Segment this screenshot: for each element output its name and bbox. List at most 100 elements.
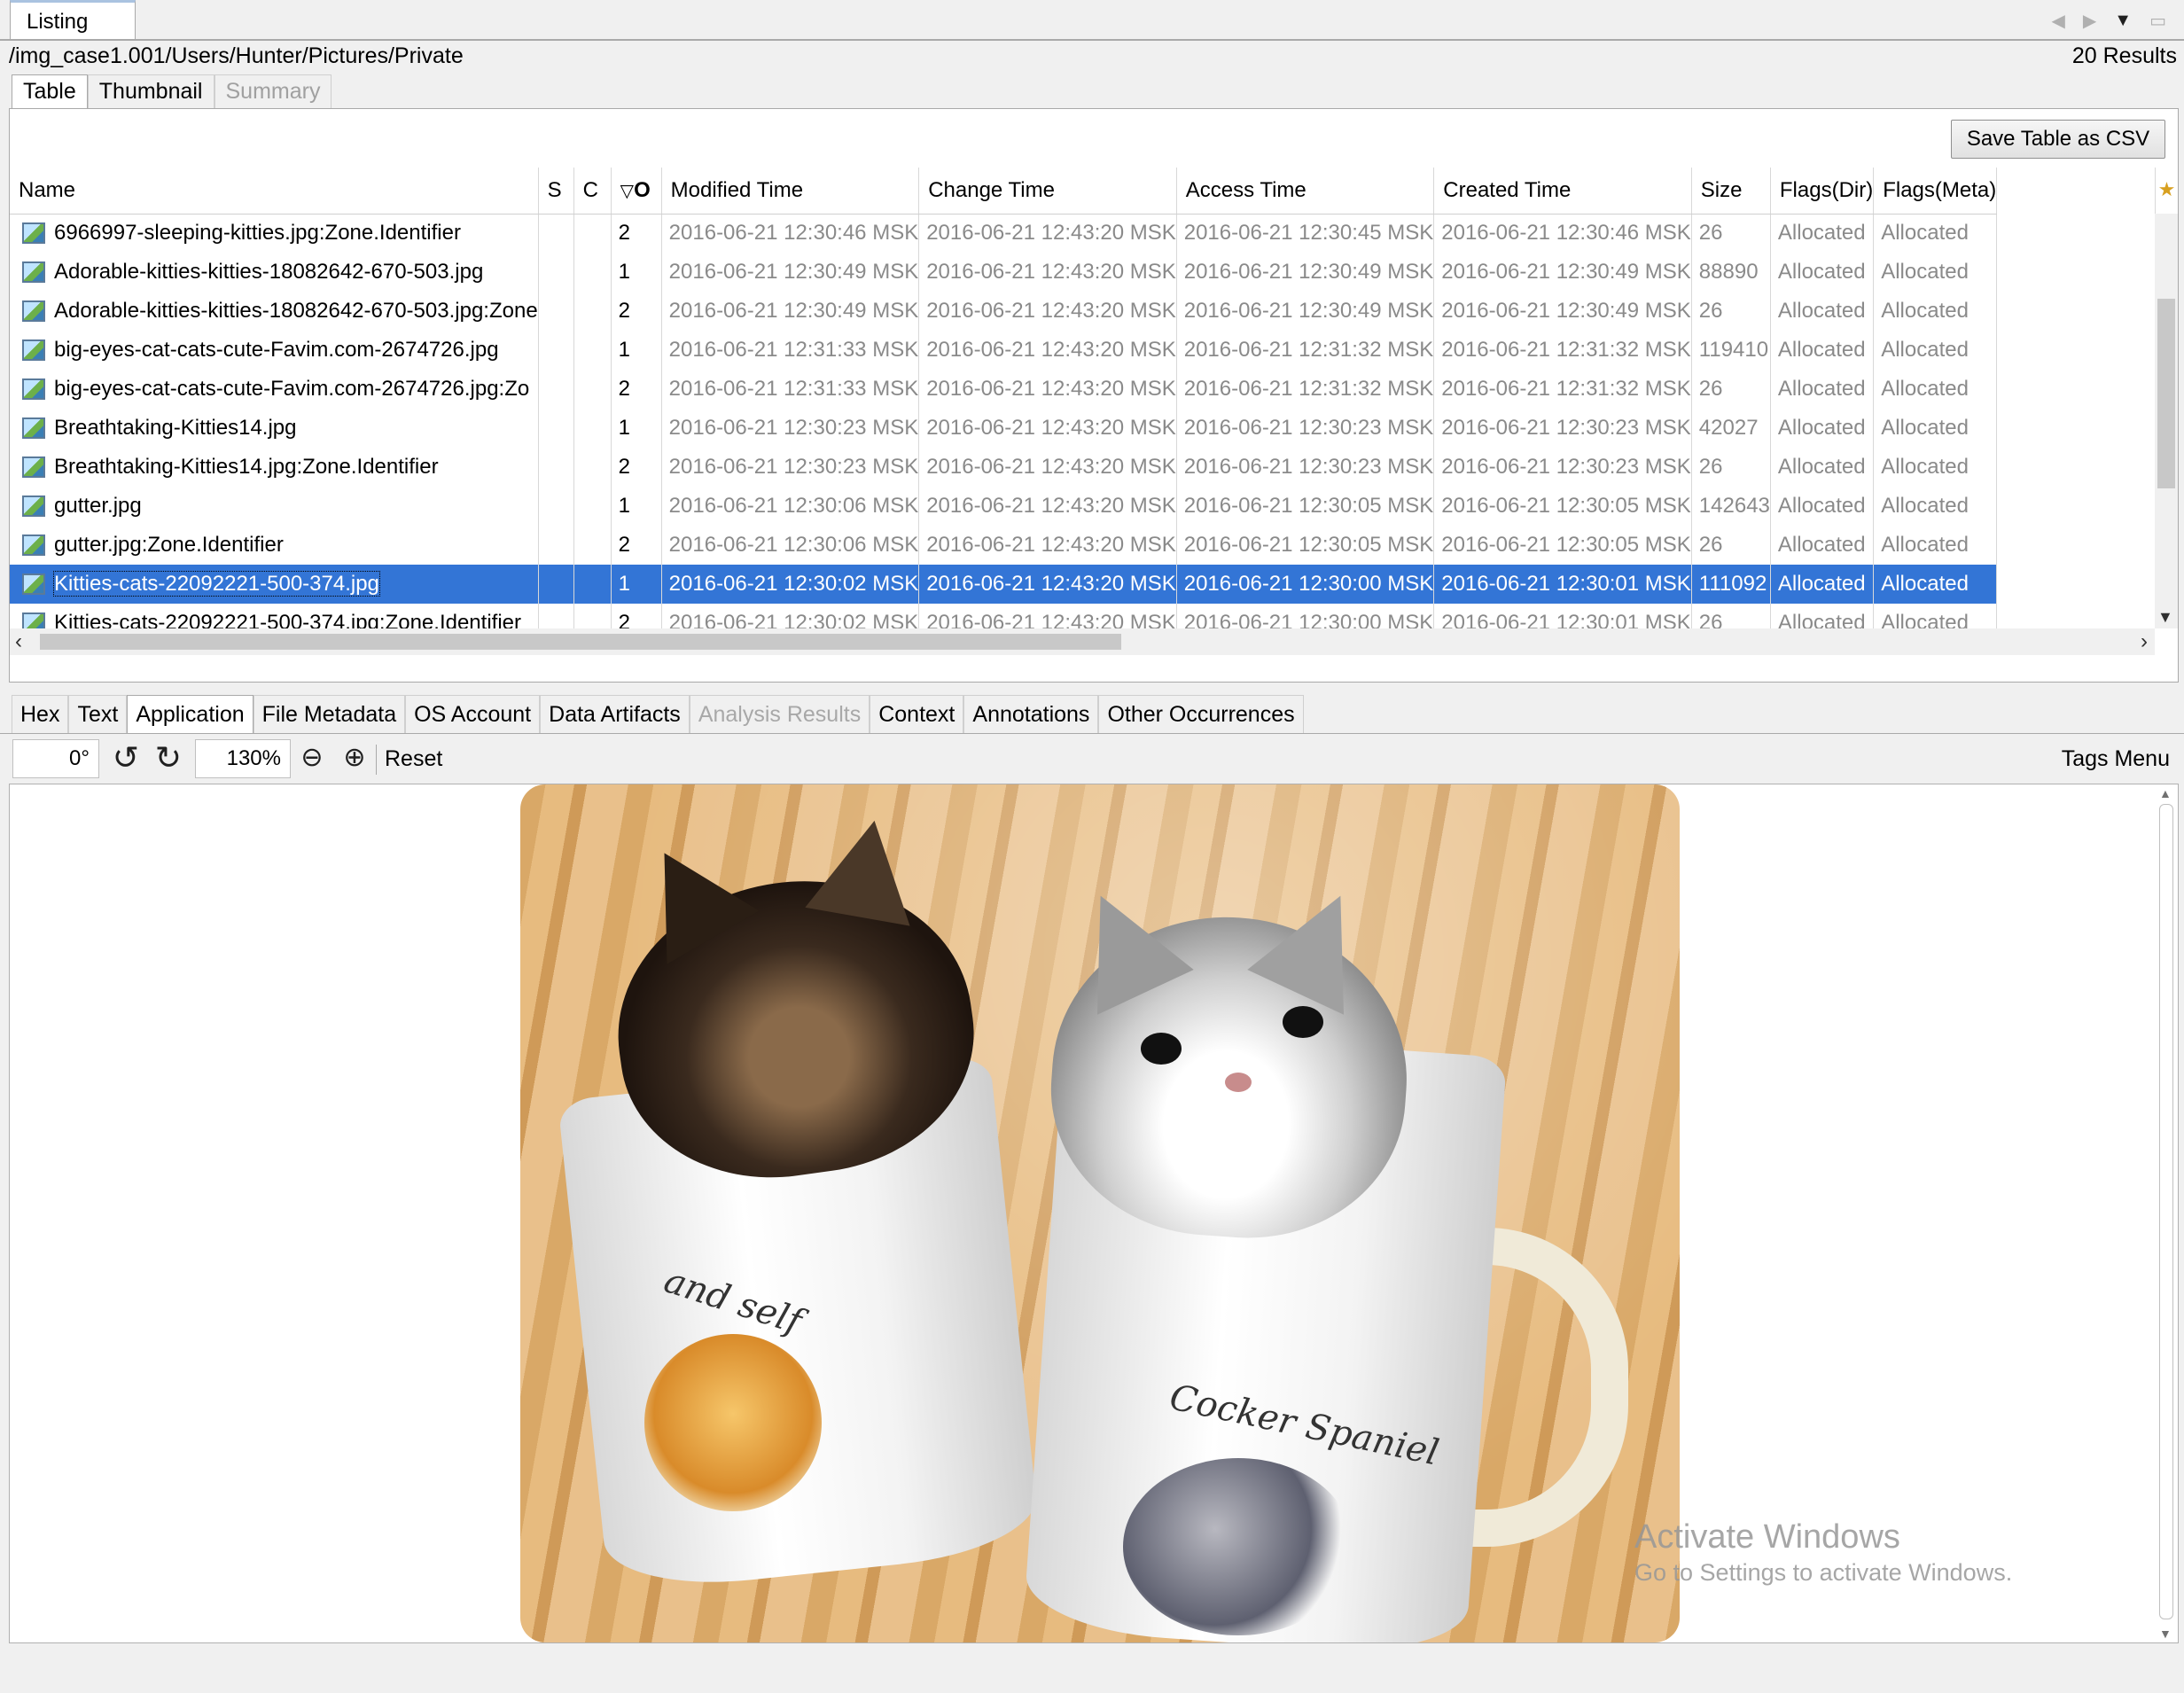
cell-s (538, 487, 574, 526)
table-row[interactable]: 6966997-sleeping-kitties.jpg:Zone.Identi… (10, 214, 1998, 253)
table-row[interactable]: big-eyes-cat-cats-cute-Favim.com-2674726… (10, 370, 1998, 409)
cell-flags-dir: Allocated (1770, 526, 1875, 565)
zoom-in-icon[interactable]: ⊕ (337, 741, 372, 776)
cell-flags-meta: Allocated (1873, 292, 1998, 331)
tab-table[interactable]: Table (12, 74, 88, 108)
table-row[interactable]: Breathtaking-Kitties14.jpg:Zone.Identifi… (10, 448, 1998, 487)
tab-context[interactable]: Context (870, 695, 964, 734)
image-file-icon (22, 495, 45, 517)
table-header: Name S C ▽O Modified Time Change Time Ac… (10, 168, 1998, 215)
cell-flags-meta: Allocated (1873, 253, 1998, 292)
tab-data-artifacts[interactable]: Data Artifacts (540, 695, 690, 734)
scroll-up-icon[interactable]: ▲ (2159, 786, 2172, 800)
column-header-flags-meta[interactable]: Flags(Meta) (1873, 168, 1998, 215)
file-name-cell: Adorable-kitties-kitties-18082642-670-50… (10, 292, 539, 331)
file-name-cell: big-eyes-cat-cats-cute-Favim.com-2674726… (10, 331, 539, 370)
nav-back-icon[interactable]: ◀ (2052, 10, 2065, 32)
cell-modified-time: 2016-06-21 12:30:23 MSK (661, 448, 920, 487)
rotation-field[interactable]: 0° (12, 739, 99, 778)
viewer-vertical-scrollbar[interactable]: ▲ ▼ (2157, 786, 2176, 1641)
cell-o: 1 (611, 565, 662, 604)
scroll-left-icon[interactable]: ‹ (15, 628, 22, 655)
cell-modified-time: 2016-06-21 12:30:49 MSK (661, 253, 920, 292)
image-viewer-toolbar: 0° ↺ ↻ 130% ⊖ ⊕ Reset Tags Menu (9, 737, 2179, 782)
grey-kitten-eye (1283, 1006, 1323, 1038)
reset-button[interactable]: Reset (385, 739, 442, 778)
tab-hex[interactable]: Hex (12, 695, 69, 734)
table-vertical-scroll-thumb[interactable] (2157, 299, 2175, 488)
column-header-size[interactable]: Size (1691, 168, 1771, 215)
column-header-created[interactable]: Created Time (1433, 168, 1692, 215)
tab-application[interactable]: Application (127, 695, 254, 734)
cell-size: 26 (1691, 604, 1771, 628)
nav-forward-icon[interactable]: ▶ (2083, 10, 2096, 32)
table-row[interactable]: Breathtaking-Kitties14.jpg 1 2016-06-21 12… (10, 409, 1998, 448)
cell-s (538, 604, 574, 628)
listing-panel: Listing ◀ ▶ ▼ ▭ /img_case1.001/Users/Hun… (0, 0, 2184, 687)
column-header-flags-dir[interactable]: Flags(Dir) (1770, 168, 1875, 215)
scroll-down-icon[interactable]: ▼ (2157, 608, 2173, 627)
tab-annotations[interactable]: Annotations (963, 695, 1099, 734)
cell-access-time: 2016-06-21 12:30:49 MSK (1176, 292, 1435, 331)
column-header-s[interactable]: S (538, 168, 574, 215)
cell-modified-time: 2016-06-21 12:30:23 MSK (661, 409, 920, 448)
cell-access-time: 2016-06-21 12:30:00 MSK (1176, 565, 1435, 604)
file-name: Breathtaking-Kitties14.jpg (54, 416, 297, 440)
cell-modified-time: 2016-06-21 12:30:46 MSK (661, 214, 920, 253)
file-name-cell: gutter.jpg:Zone.Identifier (10, 526, 539, 565)
cell-created-time: 2016-06-21 12:30:46 MSK (1433, 214, 1692, 253)
cell-s (538, 526, 574, 565)
rotate-left-icon[interactable]: ↺ (108, 741, 144, 776)
cell-change-time: 2016-06-21 12:43:20 MSK (918, 604, 1177, 628)
column-chooser-icon[interactable]: ★ (2155, 168, 2178, 214)
column-header-change[interactable]: Change Time (918, 168, 1177, 215)
table-row[interactable]: gutter.jpg 1 2016-06-21 12:30:06 MSK 2016-0… (10, 487, 1998, 526)
column-header-o[interactable]: ▽O (611, 168, 662, 215)
column-header-access[interactable]: Access Time (1176, 168, 1435, 215)
maximize-icon[interactable]: ▭ (2149, 10, 2166, 32)
tab-thumbnail[interactable]: Thumbnail (87, 74, 214, 108)
column-header-name[interactable]: Name (10, 168, 539, 215)
table-horizontal-scrollbar[interactable]: ‹ › (10, 628, 2155, 655)
tags-menu-button[interactable]: Tags Menu (2062, 739, 2170, 778)
column-header-modified[interactable]: Modified Time (661, 168, 920, 215)
tab-file-metadata[interactable]: File Metadata (253, 695, 406, 734)
table-row[interactable]: gutter.jpg:Zone.Identifier 2 2016-06-21 12… (10, 526, 1998, 565)
grey-kitten-eye (1141, 1033, 1182, 1065)
table-horizontal-scroll-thumb[interactable] (40, 634, 1121, 650)
table-row[interactable]: Kitties-cats-22092221-500-374.jpg 1 2016-0… (10, 565, 1998, 604)
table-row[interactable]: Adorable-kitties-kitties-18082642-670-50… (10, 292, 1998, 331)
cell-size: 119410 (1691, 331, 1771, 370)
table-vertical-scrollbar[interactable]: ▼ (2155, 214, 2178, 628)
tab-os-account[interactable]: OS Account (405, 695, 541, 734)
view-tabs: Table Thumbnail Summary (12, 74, 332, 108)
tab-text[interactable]: Text (68, 695, 128, 734)
grey-kitten-nose (1225, 1073, 1252, 1092)
file-name: Adorable-kitties-kitties-18082642-670-50… (54, 299, 538, 323)
cell-o: 2 (611, 526, 662, 565)
dropdown-icon[interactable]: ▼ (2114, 11, 2132, 31)
save-table-csv-button[interactable]: Save Table as CSV (1951, 120, 2165, 159)
cell-flags-meta: Allocated (1873, 487, 1998, 526)
cell-flags-meta: Allocated (1873, 370, 1998, 409)
file-name: gutter.jpg (54, 494, 142, 518)
cell-o: 1 (611, 331, 662, 370)
listing-tab[interactable]: Listing (10, 0, 136, 40)
cell-flags-dir: Allocated (1770, 487, 1875, 526)
cell-created-time: 2016-06-21 12:30:05 MSK (1433, 526, 1692, 565)
viewer-scroll-thumb[interactable] (2159, 804, 2173, 1619)
zoom-field[interactable]: 130% (195, 739, 291, 778)
scroll-down-icon[interactable]: ▼ (2159, 1627, 2172, 1641)
scroll-right-icon[interactable]: › (2141, 628, 2148, 655)
cell-s (538, 409, 574, 448)
table-row[interactable]: big-eyes-cat-cats-cute-Favim.com-2674726… (10, 331, 1998, 370)
table-row[interactable]: Adorable-kitties-kitties-18082642-670-50… (10, 253, 1998, 292)
zoom-out-icon[interactable]: ⊖ (294, 741, 330, 776)
column-header-c[interactable]: C (573, 168, 612, 215)
tab-other-occurrences[interactable]: Other Occurrences (1098, 695, 1304, 734)
image-file-icon (22, 612, 45, 628)
table-row[interactable]: Kitties-cats-22092221-500-374.jpg:Zone.I… (10, 604, 1998, 628)
cell-flags-meta: Allocated (1873, 604, 1998, 628)
rotate-right-icon[interactable]: ↻ (151, 741, 186, 776)
cell-access-time: 2016-06-21 12:30:05 MSK (1176, 526, 1435, 565)
